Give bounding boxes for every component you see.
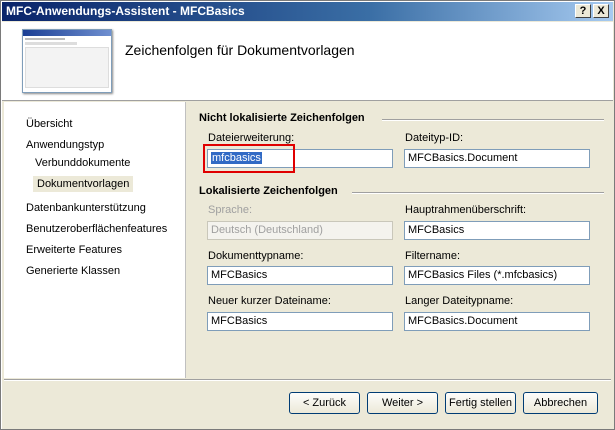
long-file-type-input[interactable]: MFCBasics.Document bbox=[404, 312, 590, 331]
app-preview-icon bbox=[22, 29, 112, 93]
back-button[interactable]: < Zurück bbox=[289, 392, 360, 414]
close-button[interactable]: X bbox=[593, 4, 609, 18]
nonlocalized-heading: Nicht lokalisierte Zeichenfolgen bbox=[199, 112, 365, 124]
sidebar-item-uebersicht[interactable]: Übersicht bbox=[26, 118, 72, 130]
long-file-type-label: Langer Dateitypname: bbox=[405, 295, 514, 307]
filter-name-input[interactable]: MFCBasics Files (*.mfcbasics) bbox=[404, 266, 590, 285]
sidebar-item-benutzeroberflaeche[interactable]: Benutzeroberflächenfeatures bbox=[26, 223, 167, 235]
sidebar-item-klassen[interactable]: Generierte Klassen bbox=[26, 265, 120, 277]
language-label: Sprache: bbox=[208, 204, 253, 216]
divider bbox=[382, 119, 604, 121]
preview-menu bbox=[25, 38, 65, 40]
sidebar-item-datenbank[interactable]: Datenbankunterstützung bbox=[26, 202, 146, 214]
finish-button[interactable]: Fertig stellen bbox=[445, 392, 516, 414]
short-file-name-input[interactable]: MFCBasics bbox=[207, 312, 393, 331]
page-title: Zeichenfolgen für Dokumentvorlagen bbox=[125, 42, 355, 58]
sidebar-item-anwendungstyp[interactable]: Anwendungstyp bbox=[26, 139, 104, 151]
language-input: Deutsch (Deutschland) bbox=[207, 221, 393, 240]
main-frame-caption-input[interactable]: MFCBasics bbox=[404, 221, 590, 240]
divider bbox=[352, 192, 604, 194]
highlight-box bbox=[203, 144, 295, 173]
help-button[interactable]: ? bbox=[575, 4, 591, 18]
doc-type-name-label: Dokumenttypname: bbox=[208, 250, 304, 262]
cancel-button[interactable]: Abbrechen bbox=[523, 392, 598, 414]
preview-body bbox=[25, 47, 109, 88]
localized-heading: Lokalisierte Zeichenfolgen bbox=[199, 185, 338, 197]
doc-type-name-input[interactable]: MFCBasics bbox=[207, 266, 393, 285]
short-file-name-label: Neuer kurzer Dateiname: bbox=[208, 295, 331, 307]
title-bar[interactable]: MFC-Anwendungs-Assistent - MFCBasics ? X bbox=[2, 2, 613, 21]
window-title: MFC-Anwendungs-Assistent - MFCBasics bbox=[6, 4, 245, 18]
sidebar-item-erweitert[interactable]: Erweiterte Features bbox=[26, 244, 122, 256]
wizard-sidebar: Übersicht Anwendungstyp Verbunddokumente… bbox=[4, 102, 186, 378]
wizard-window: MFC-Anwendungs-Assistent - MFCBasics ? X… bbox=[0, 0, 615, 430]
footer-divider bbox=[4, 379, 611, 381]
file-extension-label: Dateierweiterung: bbox=[208, 132, 295, 144]
preview-toolbar bbox=[25, 42, 77, 45]
preview-titlebar bbox=[23, 30, 111, 36]
filetype-id-label: Dateityp-ID: bbox=[405, 132, 464, 144]
sidebar-item-dokumentvorlagen[interactable]: Dokumentvorlagen bbox=[33, 176, 134, 192]
next-button[interactable]: Weiter > bbox=[367, 392, 438, 414]
sidebar-item-verbunddokumente[interactable]: Verbunddokumente bbox=[35, 157, 130, 169]
wizard-content: Nicht lokalisierte Zeichenfolgen Dateier… bbox=[186, 102, 613, 378]
filetype-id-input[interactable]: MFCBasics.Document bbox=[404, 149, 590, 168]
wizard-header: Zeichenfolgen für Dokumentvorlagen bbox=[2, 22, 613, 101]
filter-name-label: Filtername: bbox=[405, 250, 461, 262]
main-frame-caption-label: Hauptrahmenüberschrift: bbox=[405, 204, 527, 216]
